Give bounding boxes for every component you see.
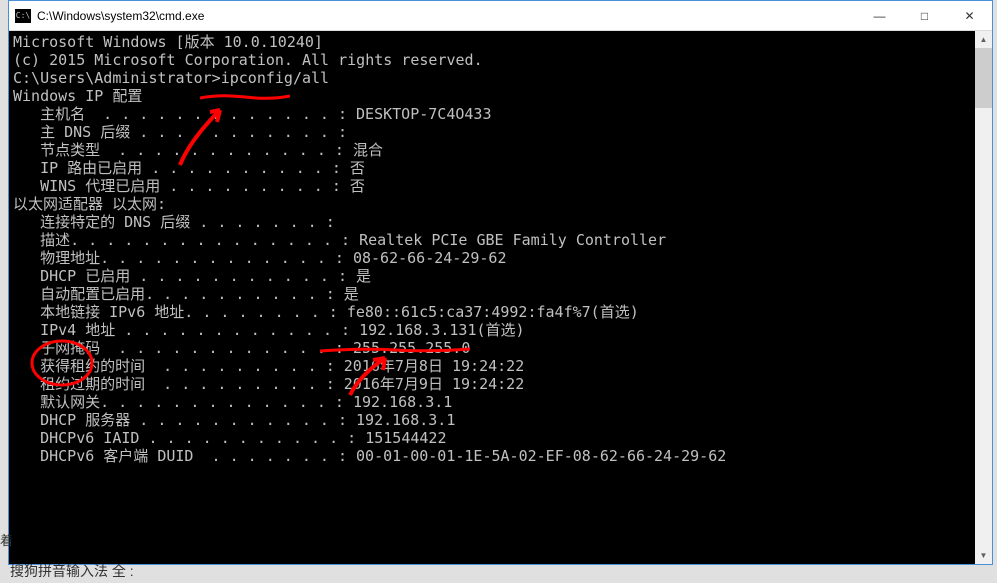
terminal-line: C:\Users\Administrator>ipconfig/all [13,69,988,87]
terminal-line: 连接特定的 DNS 后缀 . . . . . . . : [13,213,988,231]
window-title: C:\Windows\system32\cmd.exe [37,9,857,23]
titlebar[interactable]: C:\ C:\Windows\system32\cmd.exe — □ ✕ [9,1,992,31]
close-button[interactable]: ✕ [947,1,992,30]
terminal-line: 默认网关. . . . . . . . . . . . . : 192.168.… [13,393,988,411]
terminal-output[interactable]: Microsoft Windows [版本 10.0.10240](c) 201… [9,31,992,564]
minimize-button[interactable]: — [857,1,902,30]
terminal-line: IP 路由已启用 . . . . . . . . . . : 否 [13,159,988,177]
terminal-line: 子网掩码 . . . . . . . . . . . . : 255.255.2… [13,339,988,357]
terminal-line: (c) 2015 Microsoft Corporation. All righ… [13,51,988,69]
terminal-line: DHCPv6 客户端 DUID . . . . . . . : 00-01-00… [13,447,988,465]
terminal-line: DHCP 已启用 . . . . . . . . . . . : 是 [13,267,988,285]
terminal-line: 以太网适配器 以太网: [13,195,988,213]
terminal-line: 主 DNS 后缀 . . . . . . . . . . . : [13,123,988,141]
terminal-line: DHCPv6 IAID . . . . . . . . . . . : 1515… [13,429,988,447]
scroll-up-arrow[interactable]: ▲ [975,31,992,48]
terminal-line: 主机名 . . . . . . . . . . . . . : DESKTOP-… [13,105,988,123]
scrollbar[interactable]: ▲ ▼ [975,31,992,564]
maximize-button[interactable]: □ [902,1,947,30]
terminal-line: 获得租约的时间 . . . . . . . . . : 2016年7月8日 19… [13,357,988,375]
window-controls: — □ ✕ [857,1,992,30]
cmd-icon: C:\ [15,9,31,23]
terminal-line: Microsoft Windows [版本 10.0.10240] [13,33,988,51]
terminal-line: Windows IP 配置 [13,87,988,105]
terminal-line: 自动配置已启用. . . . . . . . . . : 是 [13,285,988,303]
cmd-window: C:\ C:\Windows\system32\cmd.exe — □ ✕ Mi… [8,0,993,565]
scroll-thumb[interactable] [975,48,992,108]
scroll-track[interactable] [975,48,992,547]
terminal-line: 租约过期的时间 . . . . . . . . . : 2016年7月9日 19… [13,375,988,393]
ime-status: 搜狗拼音输入法 全 : [8,559,136,583]
terminal-line: 本地链接 IPv6 地址. . . . . . . . : fe80::61c5… [13,303,988,321]
terminal-line: DHCP 服务器 . . . . . . . . . . . : 192.168… [13,411,988,429]
terminal-line: 物理地址. . . . . . . . . . . . . : 08-62-66… [13,249,988,267]
terminal-line: IPv4 地址 . . . . . . . . . . . . : 192.16… [13,321,988,339]
left-cropped-text: 着 [0,530,13,549]
terminal-line: 描述. . . . . . . . . . . . . . . : Realte… [13,231,988,249]
scroll-down-arrow[interactable]: ▼ [975,547,992,564]
terminal-line: 节点类型 . . . . . . . . . . . . : 混合 [13,141,988,159]
terminal-line: WINS 代理已启用 . . . . . . . . . : 否 [13,177,988,195]
